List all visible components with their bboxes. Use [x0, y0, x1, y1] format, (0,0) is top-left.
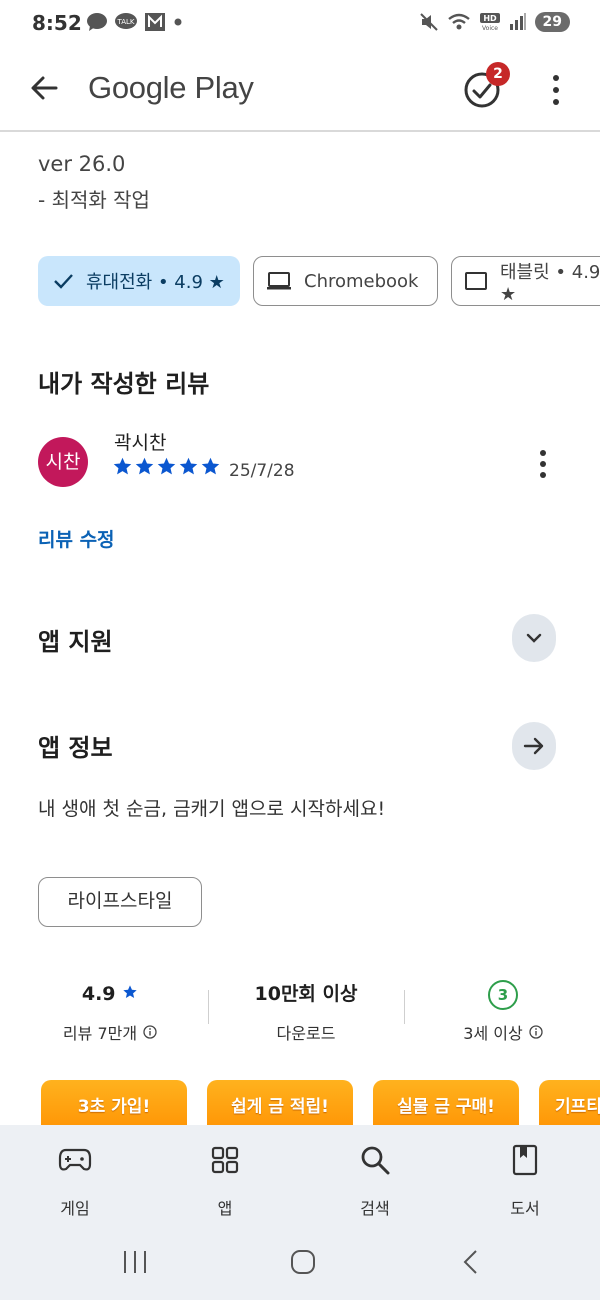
star-icon — [113, 457, 132, 475]
app-bar-title: Google Play — [88, 70, 254, 105]
nav-apps[interactable]: 앱 — [175, 1143, 275, 1219]
review-more-options-icon[interactable] — [532, 448, 554, 480]
screenshot-caption: 3초 가입! — [77, 1097, 151, 1117]
signal-icon — [509, 13, 526, 30]
status-notification-icons: TALK — [86, 12, 184, 32]
status-bar: 8:52 TALK HD Voice 29 — [0, 0, 600, 48]
nav-games[interactable]: 게임 — [25, 1143, 125, 1219]
downloads-label: 다운로드 — [276, 1024, 336, 1043]
stat-rating[interactable]: 4.9 리뷰 7만개 — [25, 980, 195, 1044]
arrow-right-icon — [523, 737, 544, 755]
review-date: 25/7/28 — [229, 461, 295, 481]
reviewer-name: 곽시찬 — [114, 432, 167, 454]
age-rating-label: 3세 이상 — [463, 1024, 523, 1043]
nav-apps-label: 앱 — [217, 1199, 233, 1218]
nav-search[interactable]: 검색 — [325, 1143, 425, 1219]
chip-chromebook-label: Chromebook — [304, 270, 419, 292]
notification-badge: 2 — [486, 62, 510, 86]
checkmark-icon — [54, 274, 73, 289]
star-icon — [123, 985, 137, 998]
nav-books[interactable]: 도서 — [475, 1143, 575, 1219]
stat-downloads: 10만회 이상 다운로드 — [221, 980, 391, 1044]
svg-text:TALK: TALK — [116, 18, 134, 26]
tablet-icon — [465, 272, 487, 290]
chip-phone[interactable]: 휴대전화 • 4.9 ★ — [38, 256, 240, 306]
chevron-down-icon — [526, 633, 542, 643]
star-icon — [201, 457, 220, 475]
search-icon — [361, 1146, 390, 1175]
screenshot-caption: 기프티 — [555, 1097, 600, 1117]
back-icon[interactable] — [460, 1249, 482, 1275]
kakaotalk-icon: TALK — [115, 13, 137, 29]
app-info-button[interactable] — [512, 722, 556, 770]
screenshot-caption: 실물 금 구매! — [397, 1097, 495, 1117]
dot-icon — [174, 18, 182, 26]
app-support-heading: 앱 지원 — [38, 628, 113, 656]
star-icon — [157, 457, 176, 475]
app-support-expand-button[interactable] — [512, 614, 556, 662]
system-navigation-bar — [0, 1235, 600, 1300]
screenshot-caption: 쉽게 금 적립! — [231, 1097, 329, 1117]
age-rating-row: 3세 이상 — [418, 1020, 588, 1044]
reviews-count: 리뷰 7만개 — [62, 1024, 138, 1043]
reviews-count-row: 리뷰 7만개 — [25, 1020, 195, 1044]
age-rating-icon: 3 — [488, 980, 518, 1010]
more-options-icon[interactable] — [544, 72, 568, 108]
gmail-icon — [145, 13, 165, 31]
app-info-heading: 앱 정보 — [38, 734, 113, 762]
nav-search-label: 검색 — [360, 1199, 390, 1218]
chip-chromebook[interactable]: Chromebook — [253, 256, 438, 306]
nav-games-label: 게임 — [60, 1199, 90, 1218]
message-bubble-icon — [87, 13, 107, 31]
info-icon — [529, 1025, 543, 1039]
downloads-value: 10만회 이상 — [254, 983, 358, 1005]
stat-age-rating[interactable]: 3 3세 이상 — [418, 980, 588, 1044]
version-text: ver 26.0 — [38, 152, 126, 176]
star-icon — [179, 457, 198, 475]
edit-review-link[interactable]: 리뷰 수정 — [38, 525, 115, 552]
nav-books-label: 도서 — [510, 1199, 540, 1218]
chip-phone-label: 휴대전화 • 4.9 ★ — [86, 272, 225, 293]
svg-text:HD: HD — [483, 14, 497, 23]
battery-indicator: 29 — [534, 12, 570, 32]
rating-value-row: 4.9 — [25, 980, 195, 1010]
category-chip[interactable]: 라이프스타일 — [38, 877, 202, 927]
rating-value: 4.9 — [81, 983, 116, 1005]
info-icon — [143, 1025, 157, 1039]
app-description: 내 생애 첫 순금, 금캐기 앱으로 시작하세요! — [38, 798, 386, 820]
stat-divider — [404, 990, 405, 1024]
update-note: - 최적화 작업 — [38, 188, 150, 212]
chip-tablet-label: 태블릿 • 4.9 ★ — [500, 261, 600, 305]
laptop-icon — [267, 272, 291, 290]
home-icon[interactable] — [290, 1249, 316, 1275]
back-arrow-icon[interactable] — [24, 68, 64, 108]
chip-tablet[interactable]: 태블릿 • 4.9 ★ — [451, 256, 600, 306]
gamepad-icon — [58, 1148, 92, 1171]
status-time: 8:52 — [32, 11, 82, 35]
stat-divider — [208, 990, 209, 1024]
my-review-heading: 내가 작성한 리뷰 — [38, 370, 210, 398]
app-bar: Google Play 2 — [0, 48, 600, 132]
hd-voice-icon: HD Voice — [479, 13, 500, 32]
bottom-navigation: 게임 앱 검색 도서 — [0, 1125, 600, 1235]
recent-apps-icon[interactable] — [122, 1249, 148, 1275]
book-icon — [512, 1144, 538, 1176]
apps-grid-icon — [211, 1146, 239, 1174]
avatar: 시찬 — [38, 437, 88, 487]
svg-text:Voice: Voice — [482, 25, 498, 32]
status-system-icons: HD Voice 29 — [419, 12, 570, 32]
star-rating — [112, 456, 221, 477]
star-icon — [135, 457, 154, 475]
wifi-icon — [447, 13, 470, 30]
mute-icon — [419, 13, 438, 31]
